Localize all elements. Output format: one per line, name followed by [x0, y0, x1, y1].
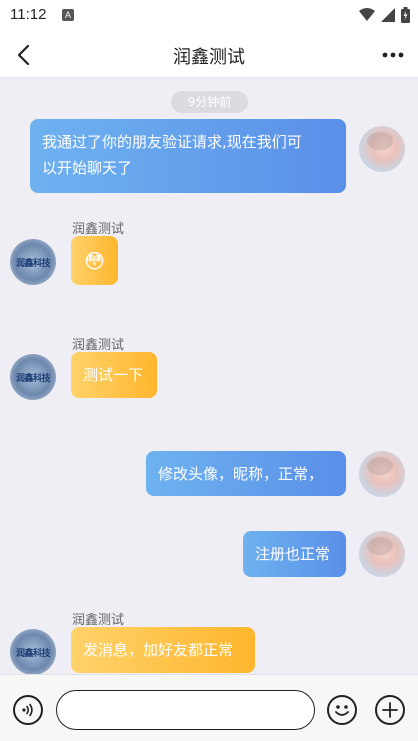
avatar-logo-text: 润鑫科技 [15, 372, 51, 383]
message-bubble-me[interactable]: 修改头像，昵称，正常， [146, 451, 346, 496]
my-avatar[interactable] [359, 451, 405, 497]
contact-avatar[interactable]: 润鑫科技 [10, 629, 56, 674]
wifi-icon [359, 8, 375, 21]
voice-icon [22, 703, 33, 717]
more-horizontal-icon [382, 52, 404, 58]
status-icons [359, 7, 410, 23]
contact-avatar[interactable]: 润鑫科技 [10, 239, 56, 285]
message-text: 我通过了你的朋友验证请求,现在我们可 [42, 133, 302, 151]
battery-icon [401, 7, 410, 23]
notification-icon: A [62, 9, 74, 21]
sender-name: 润鑫测试 [72, 613, 125, 628]
message-bubble-other[interactable]: 发消息，加好友都正常 [71, 627, 255, 673]
chat-title: 润鑫测试 [173, 47, 245, 68]
message-text: 修改头像，昵称，正常， [158, 464, 324, 483]
more-button[interactable] [378, 42, 408, 68]
avatar-logo-text: 润鑫科技 [15, 647, 51, 658]
message-input-bar [0, 674, 418, 741]
avatar-logo-text: 润鑫科技 [15, 257, 51, 268]
status-time: 11:12 [10, 6, 47, 23]
emoji-message: 😳 [84, 248, 105, 273]
signal-icon [381, 8, 395, 22]
message-timestamp: 9分钟前 [171, 91, 248, 113]
sender-name: 润鑫测试 [72, 338, 125, 353]
status-bar: 11:12 A [0, 0, 418, 32]
message-input[interactable] [56, 690, 315, 730]
more-actions-button[interactable] [375, 695, 405, 725]
chat-header: 润鑫测试 [0, 32, 418, 78]
message-text: 测试一下 [83, 366, 144, 384]
message-text: 以开始聊天了 [42, 159, 133, 177]
voice-button[interactable] [13, 695, 43, 725]
message-bubble-me[interactable]: 我通过了你的朋友验证请求,现在我们可 以开始聊天了 [30, 119, 346, 193]
my-avatar[interactable] [359, 531, 405, 577]
message-bubble-other[interactable]: 测试一下 [71, 352, 157, 398]
message-text: 注册也正常 [255, 545, 331, 563]
message-bubble-me[interactable]: 注册也正常 [243, 531, 346, 577]
message-text: 发消息，加好友都正常 [83, 641, 234, 659]
plus-icon [382, 702, 398, 718]
chat-messages[interactable]: 9分钟前 我通过了你的朋友验证请求,现在我们可 以开始聊天了 润鑫测试 润鑫科技… [0, 79, 418, 674]
sender-name: 润鑫测试 [72, 222, 125, 237]
smiley-icon [335, 705, 349, 716]
my-avatar[interactable] [359, 126, 405, 172]
emoji-button[interactable] [327, 695, 357, 725]
message-bubble-other[interactable]: 😳 [71, 236, 118, 285]
contact-avatar[interactable]: 润鑫科技 [10, 354, 56, 400]
